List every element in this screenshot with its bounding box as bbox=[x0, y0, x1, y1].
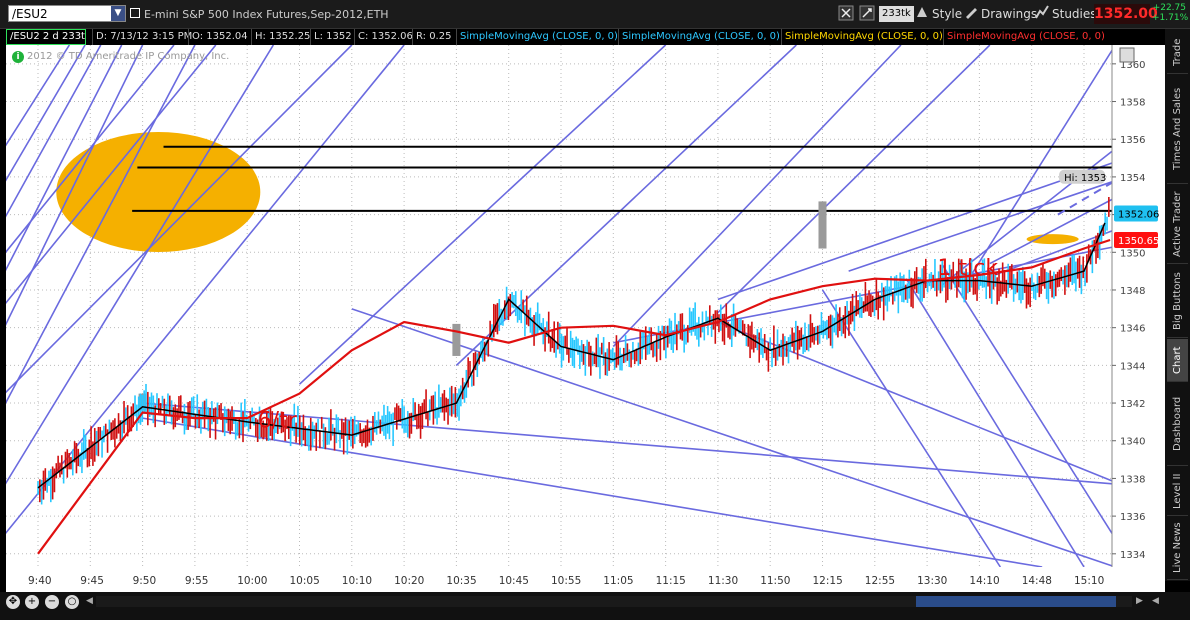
price-change: +22.75 +1.71% bbox=[1152, 3, 1189, 23]
y-tick-label: 1334 bbox=[1120, 550, 1145, 561]
tab-trade[interactable]: Trade bbox=[1167, 31, 1188, 74]
x-tick-label: 12:55 bbox=[865, 575, 895, 587]
zoom-out-icon[interactable]: − bbox=[45, 595, 59, 609]
tab-big-buttons[interactable]: Big Buttons bbox=[1167, 265, 1188, 338]
tab-dashboard[interactable]: Dashboard bbox=[1167, 383, 1188, 466]
expand-icon[interactable]: ◀ bbox=[1150, 596, 1161, 607]
tab-level-ii[interactable]: Level II bbox=[1167, 467, 1188, 516]
link-color-icon[interactable] bbox=[130, 8, 140, 18]
studies-button[interactable]: Studies bbox=[1052, 5, 1097, 23]
info-close: C: 1352.06 bbox=[354, 29, 413, 45]
x-tick-label: 11:30 bbox=[708, 575, 738, 587]
x-tick-label: 10:45 bbox=[499, 575, 529, 587]
symbol-text: /ESU2 bbox=[12, 7, 48, 21]
crosshair-icon[interactable] bbox=[838, 5, 854, 23]
scroll-right-icon[interactable]: ▶ bbox=[1134, 596, 1145, 607]
y-tick-label: 1358 bbox=[1120, 98, 1145, 109]
scrollbar-thumb[interactable] bbox=[916, 596, 1116, 607]
x-tick-label: 9:50 bbox=[133, 575, 157, 587]
pan-icon[interactable]: ✥ bbox=[6, 595, 20, 609]
right-sidebar-tabs: Trade Times And Sales Active Trader Big … bbox=[1165, 29, 1190, 581]
info-bar: /ESU2 2 d 233t D: 7/13/12 3:15 PM O: 135… bbox=[6, 29, 1110, 45]
last-price-label: 1352.06 bbox=[1118, 209, 1159, 220]
copyright-text: 2012 © TD Ameritrade IP Company, Inc. bbox=[27, 51, 230, 62]
scroll-left-icon[interactable]: ◀ bbox=[84, 596, 95, 607]
y-tick-label: 1348 bbox=[1120, 286, 1145, 297]
price-chart[interactable]: 6/tr 1 tick Hi: 1353 1334 1336 1338 1340 1342 13… bbox=[6, 45, 1165, 592]
x-tick-label: 10:35 bbox=[446, 575, 476, 587]
x-tick-label: 10:20 bbox=[394, 575, 424, 587]
annotation-text: 1 tick bbox=[938, 256, 999, 281]
info-high: H: 1352.25 bbox=[251, 29, 310, 45]
drawings-icon[interactable] bbox=[964, 5, 978, 23]
y-tick-label: 1356 bbox=[1120, 135, 1145, 146]
x-tick-label: 9:55 bbox=[185, 575, 209, 587]
chevron-down-icon[interactable]: ▼ bbox=[111, 6, 125, 21]
y-tick-label: 1344 bbox=[1120, 361, 1145, 372]
y-tick-label: 1350 bbox=[1120, 248, 1145, 259]
change-pct: +1.71% bbox=[1152, 13, 1189, 23]
tab-live-news[interactable]: Live News bbox=[1167, 517, 1188, 580]
x-tick-label: 12:15 bbox=[813, 575, 843, 587]
tab-chart[interactable]: Chart bbox=[1167, 339, 1188, 382]
info-icon[interactable]: i bbox=[12, 51, 24, 63]
study-label-4[interactable]: SimpleMovingAvg (CLOSE, 0, 0) bbox=[943, 29, 1105, 45]
x-tick-label: 11:50 bbox=[760, 575, 790, 587]
high-label: Hi: 1353 bbox=[1064, 173, 1106, 184]
bottom-bar: ✥ + − ○ ◀ ▶ ◀ bbox=[0, 592, 1190, 620]
volume-bar bbox=[818, 201, 827, 249]
tools-icon[interactable] bbox=[859, 5, 875, 23]
info-open: O: 1352.04 bbox=[188, 29, 248, 45]
x-tick-label: 10:55 bbox=[551, 575, 581, 587]
style-button[interactable]: Style bbox=[932, 5, 962, 23]
y-tick-label: 1342 bbox=[1120, 399, 1145, 410]
zoom-in-icon[interactable]: + bbox=[25, 595, 39, 609]
x-tick-label: 10:05 bbox=[290, 575, 320, 587]
zoom-reset-icon[interactable]: ○ bbox=[65, 595, 79, 609]
last-price: 1352.00 bbox=[1094, 4, 1158, 24]
info-range: R: 0.25 bbox=[412, 29, 451, 45]
aggregation-selector[interactable]: 233tk bbox=[879, 6, 914, 22]
symbol-selector[interactable]: /ESU2 ▼ bbox=[8, 5, 126, 22]
x-tick-label: 13:30 bbox=[917, 575, 947, 587]
volume-bar bbox=[452, 323, 461, 356]
y-tick-label: 1354 bbox=[1120, 173, 1145, 184]
x-tick-label: 14:48 bbox=[1022, 575, 1052, 587]
x-tick-label: 11:15 bbox=[656, 575, 686, 587]
x-tick-label: 11:05 bbox=[603, 575, 633, 587]
y-tick-label: 1338 bbox=[1120, 474, 1145, 485]
x-tick-label: 9:45 bbox=[80, 575, 104, 587]
x-tick-label: 14:10 bbox=[969, 575, 999, 587]
copyright-notice: i 2012 © TD Ameritrade IP Company, Inc. bbox=[12, 51, 229, 63]
symbol-description: E-mini S&P 500 Index Futures,Sep-2012,ET… bbox=[144, 8, 389, 21]
chart-settings-icon bbox=[1119, 47, 1135, 63]
highlight-ellipse-small bbox=[1026, 234, 1079, 245]
annotation-text: 6/tr bbox=[258, 409, 298, 434]
top-toolbar: /ESU2 ▼ E-mini S&P 500 Index Futures,Sep… bbox=[0, 0, 1190, 29]
x-tick-label: 15:10 bbox=[1074, 575, 1104, 587]
studies-icon[interactable] bbox=[1035, 5, 1049, 23]
study-label-3[interactable]: SimpleMovingAvg (CLOSE, 0, 0) bbox=[781, 29, 943, 45]
info-date: D: 7/13/12 3:15 PM bbox=[92, 29, 192, 45]
y-tick-label: 1340 bbox=[1120, 437, 1145, 448]
study-label-1[interactable]: SimpleMovingAvg (CLOSE, 0, 0) bbox=[456, 29, 618, 45]
x-tick-label: 10:00 bbox=[237, 575, 267, 587]
x-tick-label: 10:10 bbox=[342, 575, 372, 587]
x-tick-label: 9:40 bbox=[28, 575, 52, 587]
y-tick-label: 1336 bbox=[1120, 512, 1145, 523]
y-tick-label: 1346 bbox=[1120, 324, 1145, 335]
tab-active-trader[interactable]: Active Trader bbox=[1167, 185, 1188, 264]
sma-price-label: 1350.65 bbox=[1118, 236, 1159, 247]
study-label-2[interactable]: SimpleMovingAvg (CLOSE, 0, 0) bbox=[618, 29, 780, 45]
time-scrollbar[interactable] bbox=[96, 596, 1132, 607]
change-abs: +22.75 bbox=[1152, 3, 1186, 13]
plot-background bbox=[6, 45, 1112, 567]
style-icon[interactable] bbox=[915, 5, 929, 23]
info-low: L: 1352 bbox=[310, 29, 352, 45]
info-symbol: /ESU2 2 d 233t bbox=[6, 29, 86, 45]
y-axis-background bbox=[1112, 45, 1165, 592]
tab-times-and-sales[interactable]: Times And Sales bbox=[1167, 75, 1188, 184]
drawings-button[interactable]: Drawings bbox=[981, 5, 1037, 23]
